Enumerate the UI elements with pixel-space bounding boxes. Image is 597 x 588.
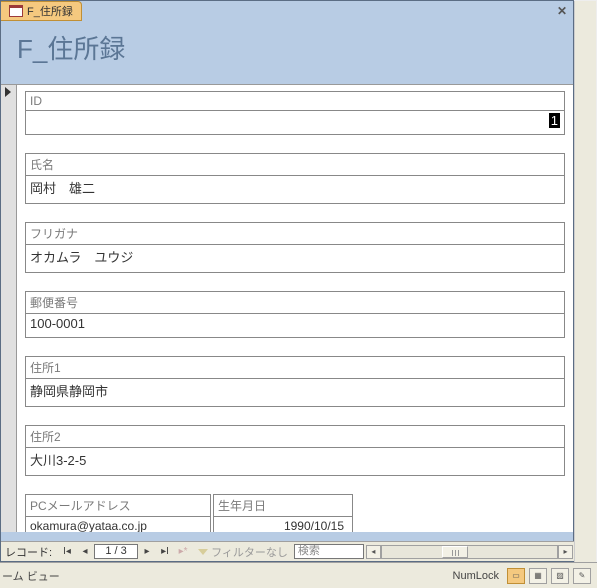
form-window: F_住所録 ✕ F_住所録 ID 1 氏名 岡村 雄二 フリガナ オカムラ ユウ…	[0, 0, 574, 562]
form-header: F_住所録	[1, 21, 573, 84]
layout-view-icon[interactable]: ▨	[551, 568, 569, 584]
close-icon[interactable]: ✕	[551, 1, 573, 21]
form-tab[interactable]: F_住所録	[1, 1, 82, 21]
addr2-label: 住所2	[26, 426, 564, 448]
field-name: 氏名 岡村 雄二	[25, 153, 565, 204]
hscroll-thumb[interactable]	[442, 546, 468, 558]
filter-text: フィルターなし	[211, 544, 288, 560]
nav-first-button[interactable]: I◂	[58, 544, 76, 560]
detail-section: ID 1 氏名 岡村 雄二 フリガナ オカムラ ユウジ 郵便番号 100-000…	[1, 84, 573, 532]
form-view-icon[interactable]: ▭	[507, 568, 525, 584]
furigana-value[interactable]: オカムラ ユウジ	[26, 245, 564, 272]
nav-last-button[interactable]: ▸I	[156, 544, 174, 560]
nav-next-button[interactable]: ▸	[138, 544, 156, 560]
filter-indicator[interactable]: フィルターなし	[192, 544, 294, 560]
title-spacer	[82, 1, 551, 21]
email-label: PCメールアドレス	[26, 495, 210, 517]
nav-label: レコード:	[1, 544, 58, 560]
view-icons: ▭ ▦ ▨ ✎	[507, 568, 591, 584]
id-label: ID	[26, 92, 564, 111]
field-id: ID 1	[25, 91, 565, 135]
record-nav-bar: レコード: I◂ ◂ 1 / 3 ▸ ▸I ▸* フィルターなし 検索 ◂ ▸	[1, 541, 575, 561]
tab-title: F_住所録	[27, 3, 73, 19]
nav-counter[interactable]: 1 / 3	[94, 544, 138, 559]
record-selector[interactable]	[1, 85, 17, 532]
field-dob: 生年月日 1990/10/15	[213, 494, 353, 532]
field-addr1: 住所1 静岡県静岡市	[25, 356, 565, 407]
search-input[interactable]: 検索	[294, 544, 364, 559]
nav-prev-button[interactable]: ◂	[76, 544, 94, 560]
hscroll-left-button[interactable]: ◂	[366, 545, 381, 559]
status-view: ーム ビュー	[0, 568, 60, 584]
postal-value[interactable]: 100-0001	[26, 314, 564, 337]
furigana-label: フリガナ	[26, 223, 564, 245]
title-bar: F_住所録 ✕	[1, 1, 573, 21]
name-label: 氏名	[26, 154, 564, 176]
addr1-label: 住所1	[26, 357, 564, 379]
hscroll-right-button[interactable]: ▸	[558, 545, 573, 559]
form-icon	[9, 5, 23, 17]
field-email: PCメールアドレス okamura@yataa.co.jp	[25, 494, 211, 532]
detail-body: ID 1 氏名 岡村 雄二 フリガナ オカムラ ユウジ 郵便番号 100-000…	[17, 85, 573, 532]
filter-icon	[198, 549, 208, 555]
hscroll: ◂ ▸	[364, 545, 575, 559]
addr1-value[interactable]: 静岡県静岡市	[26, 379, 564, 406]
datasheet-view-icon[interactable]: ▦	[529, 568, 547, 584]
postal-label: 郵便番号	[26, 292, 564, 314]
design-view-icon[interactable]: ✎	[573, 568, 591, 584]
vscroll[interactable]	[574, 1, 596, 568]
id-value[interactable]: 1	[26, 111, 564, 134]
status-numlock: NumLock	[453, 570, 499, 582]
hscroll-track[interactable]	[381, 545, 558, 559]
addr2-value[interactable]: 大川3-2-5	[26, 448, 564, 475]
nav-new-button[interactable]: ▸*	[174, 544, 192, 560]
email-value[interactable]: okamura@yataa.co.jp	[26, 517, 210, 532]
dob-value[interactable]: 1990/10/15	[214, 517, 352, 532]
name-value[interactable]: 岡村 雄二	[26, 176, 564, 203]
status-bar: ーム ビュー NumLock ▭ ▦ ▨ ✎	[0, 562, 597, 588]
form-title: F_住所録	[17, 29, 557, 66]
field-postal: 郵便番号 100-0001	[25, 291, 565, 338]
dob-label: 生年月日	[214, 495, 352, 517]
lower-row: PCメールアドレス okamura@yataa.co.jp 生年月日 1990/…	[25, 494, 565, 532]
field-addr2: 住所2 大川3-2-5	[25, 425, 565, 476]
field-furigana: フリガナ オカムラ ユウジ	[25, 222, 565, 273]
